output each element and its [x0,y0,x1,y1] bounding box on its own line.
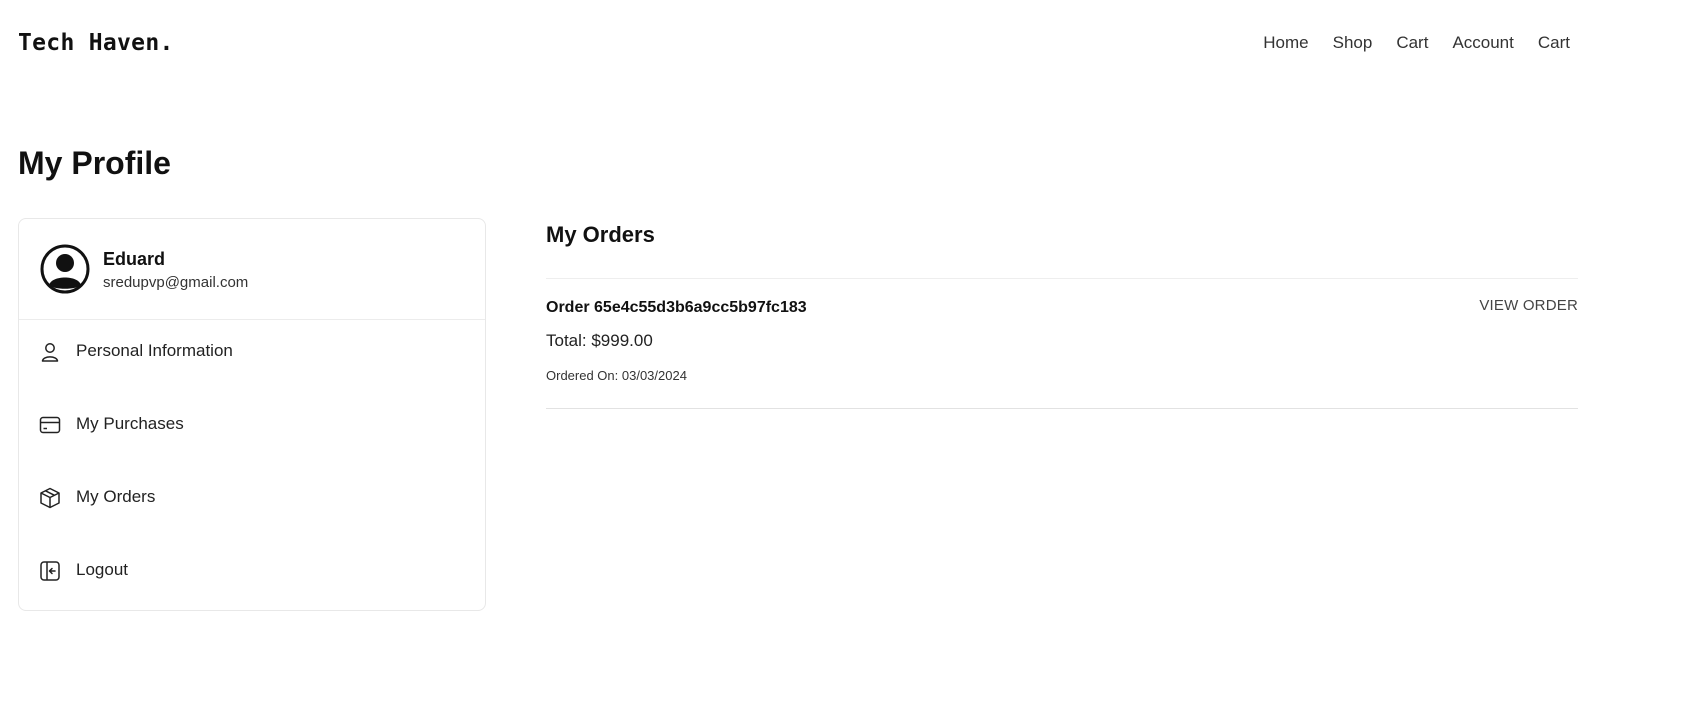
order-id: Order 65e4c55d3b6a9cc5b97fc183 [546,299,807,316]
page-title: My Profile [18,145,171,181]
sidebar-item-label: Personal Information [76,341,233,360]
user-icon [41,343,59,362]
orders-section: My Orders Order 65e4c55d3b6a9cc5b97fc183… [546,218,1578,409]
main-nav: Home Shop Cart Account Cart [1263,33,1570,53]
box-icon [40,487,60,509]
profile-sidebar: Eduard sredupvp@gmail.com Personal Infor… [18,218,486,611]
user-name: Eduard [103,249,166,269]
sidebar-item-my-orders[interactable]: My Orders [19,473,485,523]
nav-link-cart-secondary[interactable]: Cart [1538,33,1570,53]
user-email: sredupvp@gmail.com [103,274,249,291]
order-date: Ordered On: 03/03/2024 [546,368,687,383]
sidebar-item-label: My Orders [76,487,156,506]
sidebar-item-my-purchases[interactable]: My Purchases [19,400,485,450]
order-total: Total: $999.00 [546,331,653,350]
sidebar-item-label: My Purchases [76,414,184,433]
orders-title: My Orders [546,222,655,247]
nav-link-account[interactable]: Account [1452,33,1513,53]
nav-link-home[interactable]: Home [1263,33,1308,53]
nav-link-shop[interactable]: Shop [1333,33,1373,53]
site-header: Tech Haven. Home Shop Cart Account Cart [0,0,1706,90]
nav-link-cart[interactable]: Cart [1396,33,1428,53]
sidebar-item-logout[interactable]: Logout [19,546,485,596]
user-card: Eduard sredupvp@gmail.com [19,219,485,320]
site-logo[interactable]: Tech Haven. [18,30,174,56]
logout-icon [40,561,60,581]
credit-card-icon [39,416,61,434]
user-circle-icon [40,244,90,294]
view-order-link[interactable]: VIEW ORDER [1479,297,1578,314]
sidebar-item-label: Logout [76,560,128,579]
order-row: Order 65e4c55d3b6a9cc5b97fc183 Total: $9… [546,279,1578,409]
sidebar-item-personal-information[interactable]: Personal Information [19,327,485,377]
